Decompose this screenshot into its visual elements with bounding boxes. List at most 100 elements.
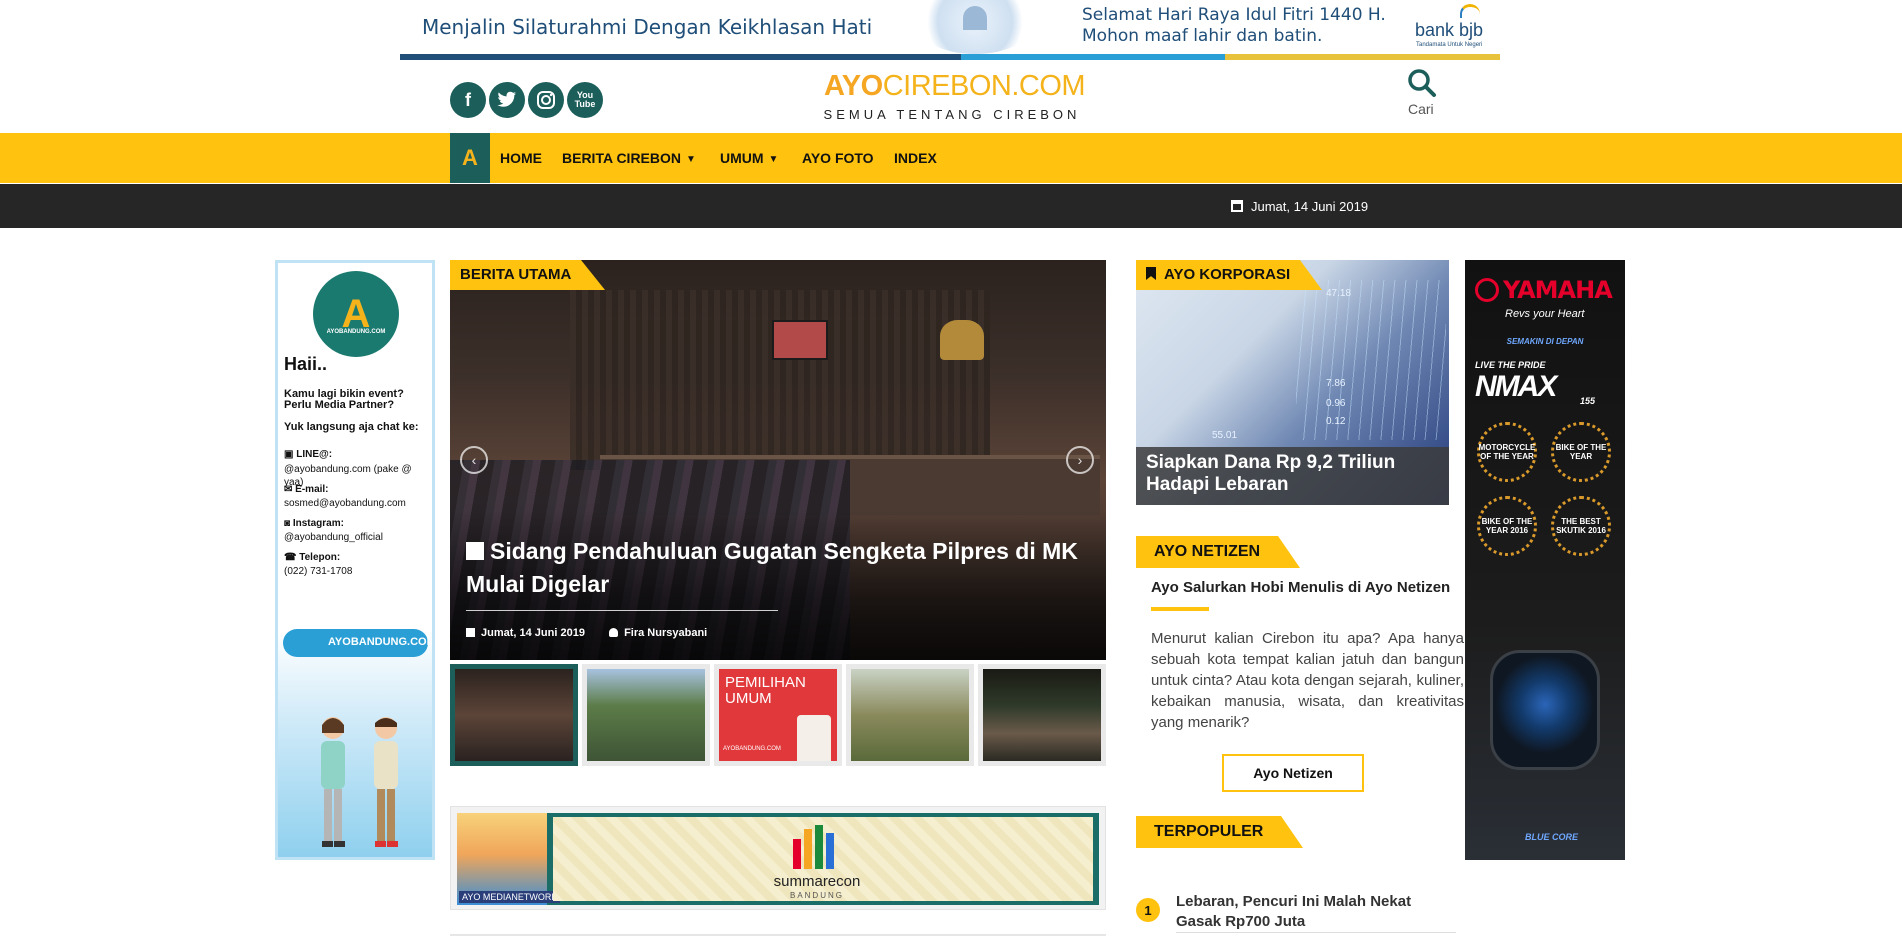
thumb-people-outdoors [587, 669, 705, 761]
banner-greeting-line1: Selamat Hari Raya Idul Fitri 1440 H. [1082, 5, 1386, 25]
thumbnail[interactable] [450, 664, 578, 766]
search-label[interactable]: Cari [1408, 101, 1434, 117]
logo-tagline: SEMUA TENTANG CIREBON [823, 107, 1081, 122]
chevron-down-icon: ▼ [768, 153, 779, 165]
email-contact-value: sosmed@ayobandung.com [284, 498, 406, 509]
nav-label: BERITA CIREBON [562, 150, 681, 166]
slider-prev-arrow-icon[interactable]: ‹ [460, 446, 488, 474]
thumbnail[interactable]: PEMILIHAN UMUM AYOBANDUNG.COM [714, 664, 842, 766]
headline-marker-icon [466, 542, 484, 560]
headline-title[interactable]: Sidang Pendahuluan Gugatan Sengketa Pilp… [466, 535, 1086, 601]
terpopuler-tag: TERPOPULER [1136, 816, 1304, 848]
headline-date: Jumat, 14 Juni 2019 [481, 627, 585, 639]
chevron-down-icon: ▼ [686, 153, 696, 165]
chart-figure: 55.01 [1212, 430, 1238, 441]
ayo-netizen-button[interactable]: Ayo Netizen [1222, 754, 1364, 792]
thumbnail[interactable] [582, 664, 710, 766]
phone-icon: ☎ [284, 552, 300, 563]
bank-name: bank bjb [1415, 20, 1484, 40]
current-date: Jumat, 14 Juni 2019 [1231, 199, 1368, 214]
main-nav [0, 133, 1902, 183]
nav-item-umum[interactable]: UMUM ▼ [720, 150, 778, 166]
headline-author: Fira Nursyabani [624, 627, 708, 639]
thumb-courtroom [455, 669, 573, 761]
instagram-icon[interactable] [528, 82, 564, 118]
calendar-icon [466, 628, 475, 637]
popular-item-title[interactable]: Lebaran, Pencuri Ini Malah Nekat Gasak R… [1176, 892, 1456, 932]
nav-label: INDEX [894, 150, 937, 166]
korporasi-tag-label: AYO KORPORASI [1164, 266, 1291, 283]
summarecon-brand-sub: BANDUNG [789, 891, 844, 900]
nav-item-index[interactable]: INDEX [894, 150, 937, 166]
ayobandung-logo-text: AYOBANDUNG.COM [326, 329, 386, 335]
netizen-title[interactable]: Ayo Salurkan Hobi Menulis di Ayo Netizen [1151, 579, 1450, 596]
date-bar [0, 184, 1902, 228]
nav-item-home[interactable]: HOME [500, 150, 542, 166]
nav-item-ayo-foto[interactable]: AYO FOTO [802, 150, 874, 166]
date-value: Jumat, 14 Juni 2019 [1251, 199, 1369, 214]
yamaha-tagline: Revs your Heart [1505, 308, 1585, 320]
plane-banner: AYOBANDUNG.COM [283, 629, 432, 657]
headline-meta: Jumat, 14 Juni 2019 Fira Nursyabani [466, 627, 707, 639]
twitter-icon[interactable] [489, 82, 525, 118]
thumbnail[interactable] [978, 664, 1106, 766]
line-contact-label: ▣ LINE@: [284, 449, 333, 460]
blue-core-logo: BLUE CORE [1525, 832, 1579, 842]
nav-label: HOME [500, 150, 542, 166]
ayobandung-logo: A AYOBANDUNG.COM [313, 271, 399, 357]
youtube-icon[interactable]: You Tube [567, 82, 603, 118]
scooter-dashboard [1490, 650, 1600, 770]
phone-contact-label: ☎ Telepon: [284, 552, 341, 563]
instagram-small-icon: ◙ [284, 518, 293, 529]
courtroom-screen [772, 320, 828, 360]
chart-figure: 47.18 [1326, 288, 1352, 299]
instagram-contact-value: @ayobandung_official [284, 532, 383, 543]
yamaha-semakin: SEMAKIN DI DEPAN [1506, 337, 1584, 346]
thumb-traffic [983, 669, 1101, 761]
bank-tagline: Tandamata Untuk Negeri [1416, 42, 1483, 48]
yamaha-logo: YAMAHA [1475, 276, 1613, 304]
youtube-label: You Tube [574, 90, 596, 109]
popular-rank-badge: 1 [1136, 898, 1160, 922]
yamaha-engine: 155 [1580, 396, 1596, 406]
thumbnail[interactable] [846, 664, 974, 766]
logo-cirebon: CIREBON.COM [882, 70, 1086, 102]
summarecon-logo-icon [793, 825, 841, 869]
home-logo-icon[interactable]: A [450, 133, 490, 183]
logo-ayo: AYO [824, 70, 883, 102]
summarecon-brand: summarecon [773, 873, 861, 890]
user-icon [609, 628, 619, 637]
ad-line2: Perlu Media Partner? [284, 399, 395, 411]
site-logo[interactable]: AYOCIREBON.COM [824, 70, 1086, 102]
person-illustration-woman [321, 717, 345, 847]
envelope-icon: ✉ [284, 484, 296, 495]
ad-greeting: Haii.. [284, 354, 328, 374]
ad-line3: Yuk langsung aja chat ke: [284, 421, 419, 433]
award-badge: BIKE OF THE YEAR [1551, 422, 1611, 482]
chart-figure: 7.86 [1326, 378, 1346, 389]
search-icon[interactable] [1406, 67, 1438, 99]
calendar-icon [1231, 200, 1243, 212]
award-badge: MOTORCYCLE OF THE YEAR [1477, 422, 1537, 482]
banner-stripe [400, 54, 1500, 60]
bookmark-icon [1146, 267, 1156, 280]
slider-next-arrow-icon[interactable]: › [1066, 446, 1094, 474]
facebook-icon[interactable]: f [450, 82, 486, 118]
instagram-contact-label: ◙ Instagram: [284, 518, 344, 529]
nav-item-berita-cirebon[interactable]: BERITA CIREBON ▼ [562, 150, 696, 166]
summarecon-ad[interactable]: AYO MEDIANETWORK summarecon BANDUNG [450, 806, 1106, 910]
yamaha-ad[interactable]: YAMAHA Revs your Heart SEMAKIN DI DEPAN … [1465, 260, 1625, 860]
bank-bjb-logo-icon [1460, 4, 1480, 18]
left-sidebar-ad[interactable]: A AYOBANDUNG.COM Haii.. Kamu lagi bikin … [275, 260, 435, 860]
top-banner-ad[interactable]: Menjalin Silaturahmi Dengan Keikhlasan H… [400, 0, 1500, 60]
korporasi-headline[interactable]: Siapkan Dana Rp 9,2 Triliun Hadapi Lebar… [1136, 447, 1449, 505]
award-badge: THE BEST SKUTIK 2016 [1551, 496, 1611, 556]
chart-figure: 0.96 [1326, 398, 1346, 409]
mosque-dome-graphic [915, 0, 1035, 54]
email-contact-label: ✉ E-mail: [284, 484, 329, 495]
banner-left-text: Menjalin Silaturahmi Dengan Keikhlasan H… [422, 15, 873, 39]
nav-label: UMUM [720, 150, 764, 166]
thumb-pemilu-sub: AYOBANDUNG.COM [723, 746, 781, 752]
phone-contact-value: (022) 731-1708 [284, 566, 353, 577]
ayo-medianetwork-label: AYO MEDIANETWORK [459, 891, 561, 903]
